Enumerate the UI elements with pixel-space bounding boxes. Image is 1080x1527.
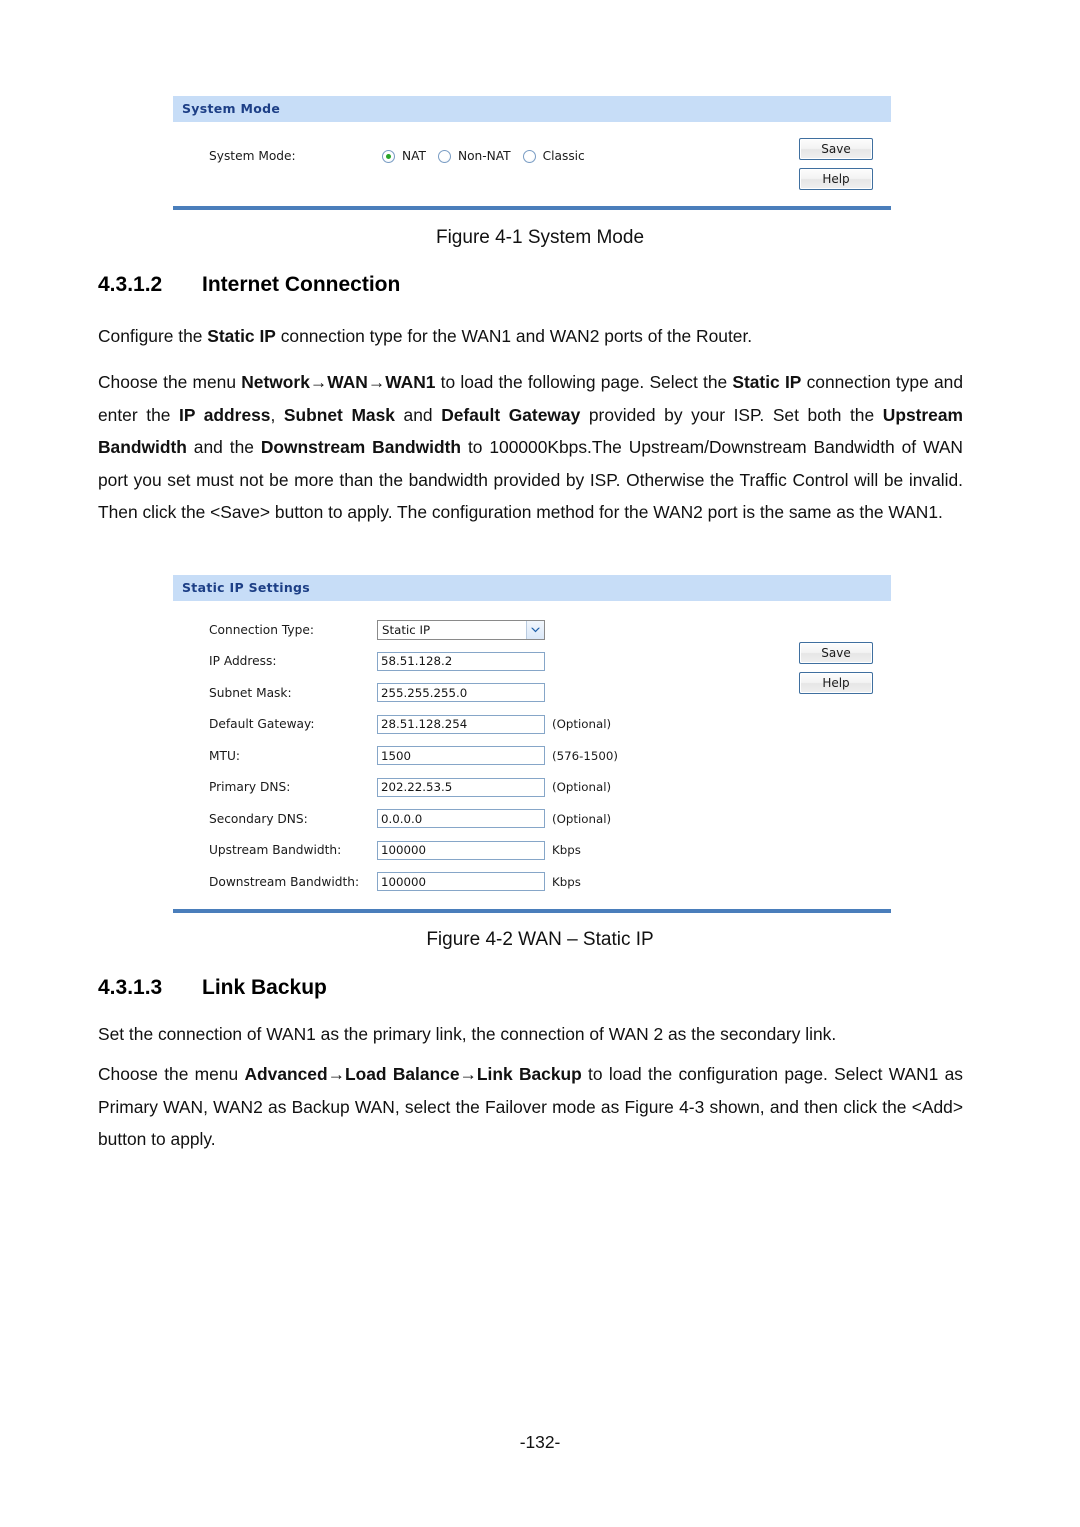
hint-upstream-units: Kbps: [552, 843, 581, 858]
document-page: System Mode System Mode: NAT Non-NAT Cla: [0, 0, 1080, 1527]
system-mode-help-button[interactable]: Help: [799, 168, 873, 190]
default-gateway-input[interactable]: [377, 714, 545, 734]
downstream-bandwidth-input[interactable]: [377, 872, 545, 892]
para-bold-menu-path: Network→WAN→WAN1: [241, 372, 436, 392]
static-ip-save-button[interactable]: Save: [799, 642, 873, 664]
system-mode-panel-body: System Mode: NAT Non-NAT Classic Save He…: [173, 122, 891, 206]
chevron-down-icon[interactable]: [526, 620, 544, 639]
section-number-link-backup: 4.3.1.3: [98, 976, 163, 999]
para-bold-static-ip: Static IP: [207, 326, 276, 346]
system-mode-button-column: Save Help: [799, 138, 873, 198]
field-row-default-gateway: Default Gateway: (Optional): [209, 709, 618, 741]
para-bold-default-gateway: Default Gateway: [441, 404, 581, 425]
static-ip-panel-body: Connection Type: Static IP IP Address: S…: [173, 601, 891, 909]
system-mode-save-button[interactable]: Save: [799, 138, 873, 160]
radio-option-classic[interactable]: Classic: [522, 149, 585, 163]
label-upstream-bandwidth: Upstream Bandwidth:: [209, 843, 342, 858]
paragraph-link-backup-menu: Choose the menu Advanced→Load Balance→Li…: [98, 1058, 963, 1156]
secondary-dns-input[interactable]: [377, 809, 545, 829]
paragraph-choose-menu-wan: Choose the menu Network→WAN→WAN1 to load…: [98, 366, 963, 529]
label-primary-dns: Primary DNS:: [209, 780, 291, 795]
connection-type-select[interactable]: Static IP: [377, 619, 545, 640]
para-text: Configure the: [98, 326, 208, 346]
radio-non-nat-label: Non-NAT: [457, 149, 511, 163]
section-title-link-backup: Link Backup: [202, 976, 327, 999]
radio-nat-label: NAT: [402, 149, 426, 163]
para-text: ,: [270, 404, 284, 425]
paragraph-link-backup-intro: Set the connection of WAN1 as the primar…: [98, 1024, 837, 1044]
radio-classic-icon[interactable]: [522, 149, 536, 163]
label-connection-type: Connection Type:: [209, 622, 314, 637]
para-text: and the: [186, 437, 261, 457]
para-text: provided by your ISP. Set both the: [580, 404, 883, 425]
hint-primary-dns: (Optional): [552, 780, 612, 795]
subnet-mask-input[interactable]: [377, 683, 545, 703]
label-secondary-dns: Secondary DNS:: [209, 811, 308, 826]
section-number-internet: 4.3.1.2: [98, 273, 163, 296]
field-row-downstream-bandwidth: Downstream Bandwidth: Kbps: [209, 866, 618, 898]
upstream-bandwidth-input[interactable]: [377, 840, 545, 860]
para-text: to load the following page. Select the: [435, 372, 733, 392]
ip-address-input[interactable]: [377, 651, 545, 671]
label-downstream-bandwidth: Downstream Bandwidth:: [209, 874, 360, 889]
label-default-gateway: Default Gateway:: [209, 717, 315, 732]
system-mode-row: System Mode: NAT Non-NAT Classic: [209, 149, 597, 163]
hint-default-gateway: (Optional): [552, 717, 612, 732]
static-ip-settings-panel: Static IP Settings Connection Type: Stat…: [173, 575, 891, 913]
field-row-ip-address: IP Address:: [209, 646, 618, 678]
para-text: and: [394, 404, 442, 425]
field-row-mtu: MTU: (576-1500): [209, 740, 618, 772]
section-heading-link-backup: 4.3.1.3 Link Backup: [98, 976, 327, 1000]
radio-option-nat[interactable]: NAT: [382, 149, 426, 163]
static-ip-button-column: Save Help: [799, 642, 873, 702]
system-mode-panel-title: System Mode: [173, 96, 891, 122]
para-text: Choose the menu: [98, 1064, 245, 1084]
field-row-primary-dns: Primary DNS: (Optional): [209, 772, 618, 804]
static-ip-help-button[interactable]: Help: [799, 672, 873, 694]
para-bold-downstream-bandwidth: Downstream Bandwidth: [260, 437, 462, 457]
connection-type-value: Static IP: [382, 622, 431, 637]
page-number: -132-: [519, 1432, 561, 1452]
paragraph-configure-static-ip: Configure the Static IP connection type …: [98, 320, 963, 353]
radio-option-non-nat[interactable]: Non-NAT: [437, 149, 511, 163]
hint-downstream-units: Kbps: [552, 874, 581, 889]
section-heading-internet-connection: 4.3.1.2 Internet Connection: [98, 273, 400, 297]
field-row-upstream-bandwidth: Upstream Bandwidth: Kbps: [209, 835, 618, 867]
label-subnet-mask: Subnet Mask:: [209, 685, 292, 700]
radio-nat-icon[interactable]: [382, 149, 395, 163]
radio-non-nat-icon[interactable]: [437, 149, 451, 163]
primary-dns-input[interactable]: [377, 777, 545, 797]
para-bold-static-ip: Static IP: [732, 372, 802, 392]
label-mtu: MTU:: [209, 748, 240, 763]
field-row-connection-type: Connection Type: Static IP: [209, 614, 618, 646]
mtu-input[interactable]: [377, 746, 545, 766]
para-text: connection type for the WAN1 and WAN2 po…: [275, 326, 753, 346]
para-bold-menu-path-link-backup: Advanced→Load Balance→Link Backup: [244, 1064, 582, 1084]
radio-classic-label: Classic: [542, 149, 585, 163]
static-ip-field-list: Connection Type: Static IP IP Address: S…: [209, 614, 618, 898]
system-mode-label: System Mode:: [209, 149, 296, 163]
hint-mtu-range: (576-1500): [552, 748, 619, 763]
para-bold-subnet-mask: Subnet Mask: [283, 404, 395, 425]
figure-2-caption: Figure 4-2 WAN – Static IP: [426, 929, 654, 950]
system-mode-panel: System Mode System Mode: NAT Non-NAT Cla: [173, 96, 891, 210]
para-text: Choose the menu: [98, 372, 242, 392]
hint-secondary-dns: (Optional): [552, 811, 612, 826]
para-bold-ip-address: IP address: [179, 404, 271, 425]
system-mode-radio-group: NAT Non-NAT Classic: [382, 149, 597, 163]
figure-1-caption: Figure 4-1 System Mode: [435, 227, 645, 248]
static-ip-panel-title: Static IP Settings: [173, 575, 891, 601]
field-row-secondary-dns: Secondary DNS: (Optional): [209, 803, 618, 835]
field-row-subnet-mask: Subnet Mask:: [209, 677, 618, 709]
section-title-internet: Internet Connection: [202, 273, 401, 296]
label-ip-address: IP Address:: [209, 654, 277, 669]
